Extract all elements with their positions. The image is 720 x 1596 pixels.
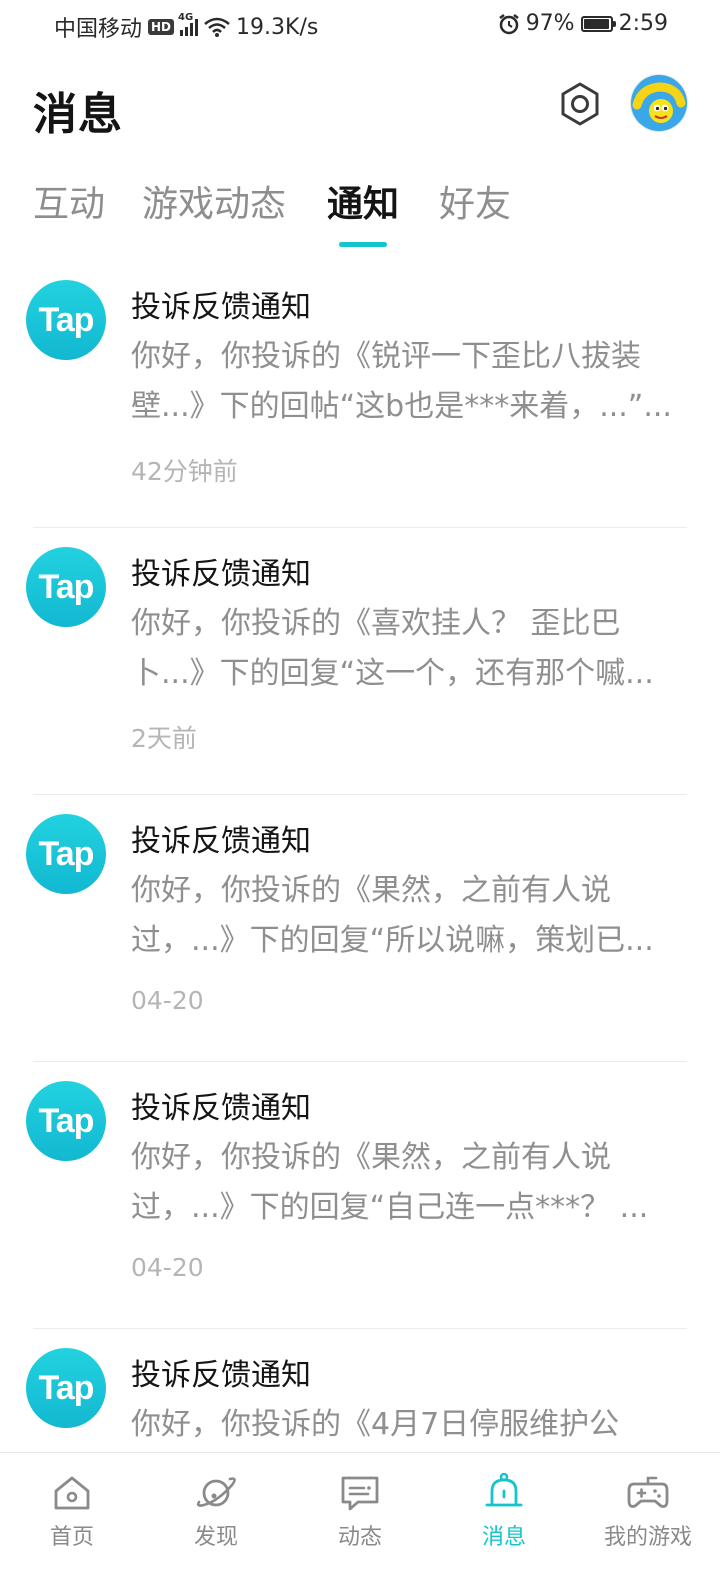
notification-time: 42分钟前 (131, 457, 238, 486)
notification-item[interactable]: Tap 投诉反馈通知 你好，你投诉的《果然，之前有人说过，...》下的回复“自己… (0, 1061, 720, 1329)
tab-interaction[interactable]: 互动 (33, 180, 105, 230)
battery-percent: 97% (525, 11, 575, 36)
logo-text: Tap (38, 567, 95, 606)
logo-text: Tap (38, 1368, 95, 1407)
tap-logo-icon: Tap (26, 1348, 106, 1428)
notification-body: 你好，你投诉的《4月7日停服维护公 (131, 1407, 620, 1442)
nav-label: 首页 (49, 1525, 94, 1550)
nav-item-home[interactable]: 首页 (0, 1453, 144, 1561)
alarm-icon (498, 13, 519, 34)
hd-badge: HD (148, 19, 175, 35)
nav-item-my-games[interactable]: 我的游戏 (576, 1453, 720, 1561)
notification-item[interactable]: Tap 投诉反馈通知 你好，你投诉的《果然，之前有人说过，...》下的回复“所以… (0, 794, 720, 1062)
notification-body: 你好，你投诉的《锐评一下歪比八拔装壁...》下的回帖“这b也是***来着，...… (131, 339, 672, 424)
tab-friends[interactable]: 好友 (439, 180, 511, 230)
avatar-image (631, 75, 687, 131)
battery-icon (580, 15, 616, 32)
bell-icon (485, 1472, 523, 1507)
carrier-label: 中国移动 (54, 17, 143, 42)
notification-body: 你好，你投诉的《果然，之前有人说过，...》下的回复“所以说嘛，策划已... (131, 873, 654, 958)
notification-body: 你好，你投诉的《果然，之前有人说过，...》下的回复“自己连一点***？ ... (131, 1140, 649, 1225)
nav-item-messages[interactable]: 消息 (432, 1453, 576, 1561)
notification-title: 投诉反馈通知 (131, 1358, 311, 1393)
gear-icon (561, 82, 599, 126)
net-speed-label: 19.3K/s (236, 14, 319, 40)
active-tab-indicator (339, 242, 387, 247)
notification-time: 04-20 (131, 986, 204, 1015)
tap-logo-icon: Tap (26, 814, 106, 894)
notification-item[interactable]: Tap 投诉反馈通知 你好，你投诉的《锐评一下歪比八拔装壁...》下的回帖“这b… (0, 260, 720, 528)
notification-title: 投诉反馈通知 (131, 557, 311, 592)
logo-text: Tap (38, 834, 95, 873)
notification-title: 投诉反馈通知 (131, 290, 311, 325)
home-icon (54, 1476, 90, 1510)
notification-time: 2天前 (131, 724, 197, 753)
notification-title: 投诉反馈通知 (131, 824, 311, 859)
nav-label: 发现 (193, 1525, 238, 1550)
notification-title: 投诉反馈通知 (131, 1091, 311, 1126)
tab-bar: 互动 游戏动态 通知 好友 (0, 180, 720, 250)
nav-label: 消息 (481, 1525, 526, 1550)
status-right: 97% 2:59 (498, 11, 668, 36)
bottom-nav: 首页 发现 动态 消息 我的游戏 (0, 1452, 720, 1561)
page-title: 消息 (33, 89, 123, 140)
network-type-label: 4G (178, 12, 194, 23)
clock-label: 2:59 (618, 11, 668, 36)
tap-logo-icon: Tap (26, 280, 106, 360)
nav-item-feed[interactable]: 动态 (288, 1453, 432, 1561)
tap-logo-icon: Tap (26, 1081, 106, 1161)
notification-item[interactable]: Tap 投诉反馈通知 你好，你投诉的《喜欢挂人？ 歪比巴卜...》下的回复“这一… (0, 527, 720, 795)
wifi-icon (204, 17, 230, 37)
settings-button[interactable] (556, 80, 604, 128)
tab-game-updates[interactable]: 游戏动态 (142, 180, 286, 230)
notification-time: 04-20 (131, 1253, 204, 1282)
logo-text: Tap (38, 1101, 95, 1140)
nav-label: 我的游戏 (603, 1525, 692, 1550)
tap-logo-icon: Tap (26, 547, 106, 627)
gamepad-icon (627, 1476, 669, 1508)
nav-item-discover[interactable]: 发现 (144, 1453, 288, 1561)
tab-notifications[interactable]: 通知 (327, 180, 399, 230)
signal-icon: 4G (178, 12, 199, 36)
avatar[interactable] (631, 75, 687, 131)
chat-icon (341, 1476, 379, 1511)
notification-body: 你好，你投诉的《喜欢挂人？ 歪比巴卜...》下的回复“这一个，还有那个嘁... (131, 606, 654, 691)
nav-label: 动态 (337, 1525, 382, 1550)
logo-text: Tap (38, 300, 95, 339)
status-bar: 中国移动 HD 4G 19.3K/s 97% 2:59 (0, 0, 720, 50)
status-left: 中国移动 HD 4G 19.3K/s (54, 11, 318, 43)
planet-icon (196, 1477, 236, 1507)
